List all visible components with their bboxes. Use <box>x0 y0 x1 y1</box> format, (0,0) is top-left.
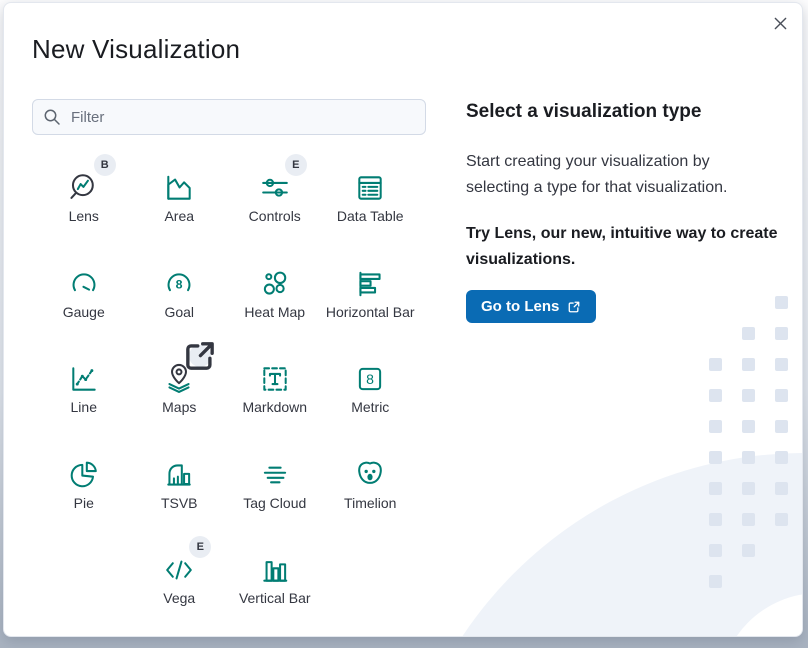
type-timelion[interactable]: Timelion <box>323 438 419 534</box>
sliders-icon <box>257 170 293 206</box>
type-controls[interactable]: E Controls <box>227 151 323 247</box>
filter-field-wrapper <box>32 99 426 135</box>
type-heat-map[interactable]: Heat Map <box>227 247 323 343</box>
metric-number-icon: 8 <box>352 361 388 397</box>
visual-builder-icon <box>161 457 197 493</box>
type-lens[interactable]: B Lens <box>36 151 132 247</box>
dialog-title: New Visualization <box>32 34 240 65</box>
type-label: Area <box>164 208 194 224</box>
area-chart-icon <box>161 170 197 206</box>
timelion-face-icon <box>352 457 388 493</box>
experimental-badge: E <box>285 154 307 176</box>
type-horizontal-bar[interactable]: Horizontal Bar <box>323 247 419 343</box>
tag-cloud-icon <box>257 457 293 493</box>
goal-icon: 8 <box>161 266 197 302</box>
markdown-text-icon <box>257 361 293 397</box>
panel-heading: Select a visualization type <box>466 101 800 123</box>
horizontal-bar-icon <box>352 266 388 302</box>
type-label: Pie <box>74 495 94 511</box>
type-area[interactable]: Area <box>132 151 228 247</box>
filter-input[interactable] <box>32 99 426 135</box>
type-label: Data Table <box>337 208 404 224</box>
type-line[interactable]: Line <box>36 342 132 438</box>
type-label: Lens <box>69 208 99 224</box>
type-label: Metric <box>351 399 389 415</box>
type-tag-cloud[interactable]: Tag Cloud <box>227 438 323 534</box>
type-label: Horizontal Bar <box>326 304 415 320</box>
code-icon <box>161 552 197 588</box>
lens-icon <box>66 170 102 206</box>
go-to-lens-label: Go to Lens <box>481 298 559 315</box>
type-label: Line <box>71 399 97 415</box>
type-markdown[interactable]: Markdown <box>227 342 323 438</box>
go-to-lens-button[interactable]: Go to Lens <box>466 290 596 323</box>
type-maps[interactable]: Maps <box>132 342 228 438</box>
beta-badge: B <box>94 154 116 176</box>
external-link-badge <box>189 345 211 367</box>
type-label: Heat Map <box>244 304 305 320</box>
type-label: Vega <box>163 590 195 606</box>
heatmap-circles-icon <box>257 266 293 302</box>
type-label: TSVB <box>161 495 198 511</box>
table-icon <box>352 170 388 206</box>
gauge-icon <box>66 266 102 302</box>
type-gauge[interactable]: Gauge <box>36 247 132 343</box>
type-label: Controls <box>249 208 301 224</box>
type-tsvb[interactable]: TSVB <box>132 438 228 534</box>
type-vertical-bar[interactable]: Vertical Bar <box>227 533 323 629</box>
type-label: Goal <box>164 304 194 320</box>
type-label: Timelion <box>344 495 396 511</box>
experimental-badge: E <box>189 536 211 558</box>
pie-chart-icon <box>66 457 102 493</box>
svg-text:8: 8 <box>366 371 374 387</box>
lens-promo-text: Try Lens, our new, intuitive way to crea… <box>466 221 800 273</box>
external-link-icon <box>182 338 218 374</box>
type-label: Markdown <box>242 399 307 415</box>
type-data-table[interactable]: Data Table <box>323 151 419 247</box>
new-visualization-dialog: New Visualization B Lens <box>3 2 803 637</box>
svg-text:8: 8 <box>176 277 183 291</box>
type-pie[interactable]: Pie <box>36 438 132 534</box>
visualization-type-grid: B Lens Area <box>36 151 418 629</box>
panel-description: Start creating your visualization by sel… <box>466 149 800 201</box>
line-chart-icon <box>66 361 102 397</box>
type-metric[interactable]: 8 Metric <box>323 342 419 438</box>
selection-info-panel: Select a visualization type Start creati… <box>466 101 800 323</box>
type-label: Vertical Bar <box>239 590 311 606</box>
close-icon <box>773 16 788 31</box>
type-label: Maps <box>162 399 196 415</box>
close-button[interactable] <box>770 13 790 33</box>
search-icon <box>43 108 61 126</box>
type-goal[interactable]: 8 Goal <box>132 247 228 343</box>
external-link-icon <box>567 300 581 314</box>
type-vega[interactable]: E Vega <box>132 533 228 629</box>
vertical-bar-icon <box>257 552 293 588</box>
type-label: Tag Cloud <box>243 495 306 511</box>
type-label: Gauge <box>63 304 105 320</box>
